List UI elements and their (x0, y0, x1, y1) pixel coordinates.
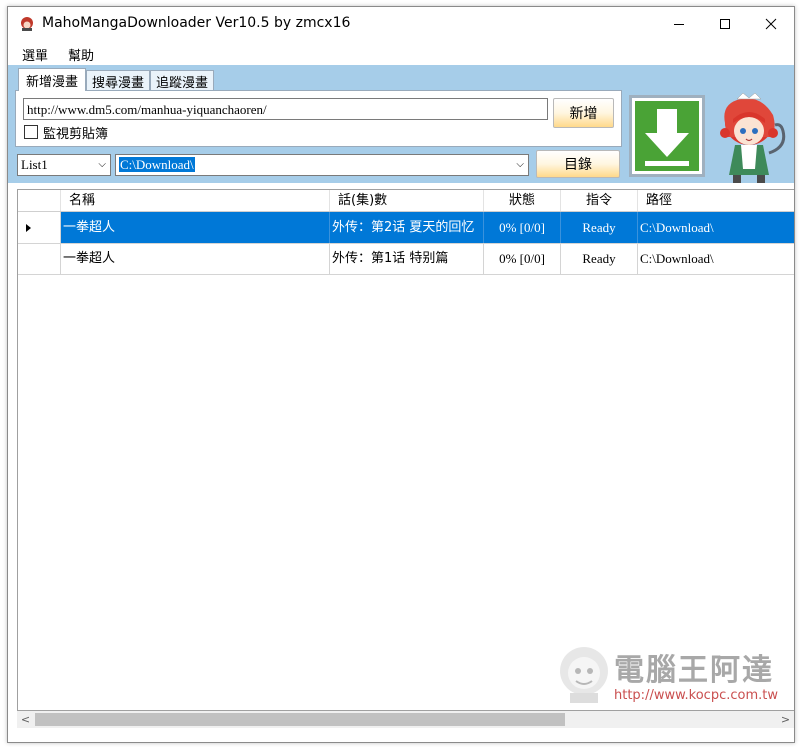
column-header-episode[interactable]: 話(集)數 (330, 190, 484, 211)
cell-name: 一拳超人 (61, 212, 330, 243)
close-icon (765, 18, 777, 30)
row-header[interactable] (18, 243, 61, 274)
cell-path: C:\Download\ (640, 251, 714, 266)
chevron-down-icon: ⌵ (98, 159, 106, 170)
menu-item-help[interactable]: 幫助 (68, 45, 94, 64)
minimize-button[interactable] (656, 7, 702, 41)
download-grid[interactable]: 名稱 話(集)數 狀態 指令 路徑 一拳超人 外传：第2话 夏天的回忆 0% [… (17, 189, 794, 711)
window-title: MahoMangaDownloader Ver10.5 by zmcx16 (42, 15, 351, 31)
title-bar: MahoMangaDownloader Ver10.5 by zmcx16 (8, 7, 794, 41)
header-row-selector (18, 190, 61, 211)
download-arrow-icon (645, 109, 689, 166)
cell-status: 0% [0/0] (484, 243, 561, 274)
watermark-url: http://www.kocpc.com.tw (614, 688, 778, 703)
menu-bar: 選單 幫助 (8, 41, 794, 65)
tab-search-manga[interactable]: 搜尋漫畫 (86, 70, 150, 92)
scrollbar-thumb[interactable] (35, 713, 565, 726)
directory-select[interactable]: C:\Download\ ⌵ (115, 154, 529, 176)
app-icon (21, 17, 33, 31)
row-pointer-icon (26, 224, 31, 232)
horizontal-scrollbar[interactable]: < > (17, 711, 794, 728)
chevron-down-icon: ⌵ (516, 159, 524, 170)
monitor-clipboard-row[interactable]: 監視剪貼簿 (24, 124, 109, 142)
cell-command: Ready (561, 212, 638, 243)
maximize-icon (720, 19, 730, 29)
watermark-text: 電腦王阿達 (614, 653, 774, 688)
monitor-clipboard-checkbox[interactable] (24, 125, 38, 139)
watermark-mascot-icon (560, 647, 608, 703)
cell-episode: 外传：第2话 夏天的回忆 (330, 212, 484, 243)
app-window: MahoMangaDownloader Ver10.5 by zmcx16 選單… (7, 6, 795, 743)
tab-add-manga[interactable]: 新增漫畫 (18, 68, 86, 91)
column-header-path[interactable]: 路徑 (638, 190, 794, 211)
cell-command: Ready (561, 243, 638, 274)
list-select-value: List1 (21, 157, 48, 172)
row-header[interactable] (18, 212, 61, 243)
cell-path: C:\Download\ (640, 220, 714, 235)
tab-track-manga[interactable]: 追蹤漫畫 (150, 70, 214, 92)
menu-item-options[interactable]: 選單 (22, 45, 48, 64)
scroll-left-icon[interactable]: < (17, 711, 34, 728)
list-select[interactable]: List1 ⌵ (17, 154, 111, 176)
table-row[interactable]: 一拳超人 外传：第1话 特别篇 0% [0/0] Ready C:\Downlo… (18, 243, 794, 275)
column-header-status[interactable]: 狀態 (484, 190, 561, 211)
url-input[interactable]: http://www.dm5.com/manhua-yiquanchaoren/ (23, 98, 548, 120)
column-header-name[interactable]: 名稱 (61, 190, 330, 211)
table-row[interactable]: 一拳超人 外传：第2话 夏天的回忆 0% [0/0] Ready C:\Down… (18, 212, 794, 244)
directory-button[interactable]: 目錄 (536, 150, 620, 178)
close-button[interactable] (748, 7, 794, 41)
cell-episode: 外传：第1话 特别篇 (330, 243, 484, 274)
minimize-icon (674, 24, 684, 25)
add-button[interactable]: 新增 (553, 98, 614, 128)
mascot-image (720, 93, 786, 183)
cell-name: 一拳超人 (61, 243, 330, 274)
monitor-clipboard-label: 監視剪貼簿 (43, 126, 109, 142)
column-header-command[interactable]: 指令 (561, 190, 638, 211)
directory-select-value: C:\Download\ (119, 157, 195, 172)
cell-status: 0% [0/0] (484, 212, 561, 243)
watermark: 電腦王阿達 http://www.kocpc.com.tw (556, 641, 786, 711)
download-button[interactable] (629, 95, 705, 177)
scroll-right-icon[interactable]: > (777, 711, 794, 728)
maximize-button[interactable] (702, 7, 748, 41)
grid-header: 名稱 話(集)數 狀態 指令 路徑 (18, 190, 794, 212)
